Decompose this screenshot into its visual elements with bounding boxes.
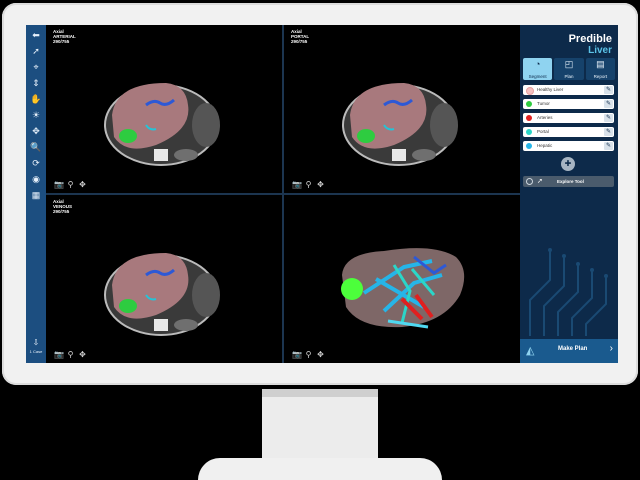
case-label: 1 Case: [29, 349, 43, 354]
tab-plan[interactable]: ◰ Plan: [554, 58, 584, 80]
circuit-decoration: [529, 248, 608, 336]
segment-row-portal[interactable]: Portal ✎: [523, 127, 614, 137]
move-icon[interactable]: ✥: [316, 351, 325, 359]
make-plan-label: Make Plan: [558, 346, 588, 352]
edit-pencil-icon[interactable]: ✎: [604, 114, 613, 122]
viewport-3d[interactable]: 📷 ⚲ ✥: [284, 195, 520, 363]
viewport-label: Axial VENOUS 290/755: [53, 199, 73, 214]
viewport-label: Axial PORTAL 290/755: [291, 29, 310, 44]
segment-label: Arteries: [537, 115, 553, 120]
back-icon[interactable]: ⬅: [29, 29, 43, 41]
edit-pencil-icon[interactable]: ✎: [604, 128, 613, 136]
monitor-stand-base: [198, 458, 442, 480]
rotate-icon[interactable]: ⟳: [29, 157, 43, 169]
zoom-icon[interactable]: ⚲: [304, 351, 313, 359]
globe-icon[interactable]: ✚: [561, 157, 575, 171]
monitor-stand-shadow: [262, 389, 378, 397]
tab-label: Plan: [564, 74, 574, 79]
viewport-portal[interactable]: Axial PORTAL 290/755 📷 ⚲ ✥: [284, 25, 520, 193]
camera-icon[interactable]: 📷: [54, 351, 64, 359]
right-panel: Predible Liver ◔ Segment ◰ Plan ▤ Report: [520, 25, 618, 363]
zoom-icon[interactable]: ⚲: [304, 181, 313, 189]
tab-label: Report: [593, 74, 608, 79]
pan-hand-icon[interactable]: ✋: [29, 93, 43, 105]
window-level-icon[interactable]: ☀: [29, 109, 43, 121]
case-stack-icon[interactable]: ⇩: [29, 337, 43, 349]
edit-pencil-icon[interactable]: ✎: [604, 86, 613, 94]
segment-icon: ◔: [534, 59, 541, 69]
move-icon[interactable]: ✥: [78, 181, 87, 189]
segment-row-tumor[interactable]: Tumor ✎: [523, 99, 614, 109]
move-icon[interactable]: ✥: [29, 125, 43, 137]
segment-label: Portal: [537, 129, 549, 134]
color-swatch[interactable]: [526, 129, 532, 135]
viewport-label: Axial ARTERIAL 290/755: [53, 29, 76, 44]
crosshair-icon[interactable]: ⌖: [29, 61, 43, 73]
app-screen: ⬅ ➚ ⌖ ⇕ ✋ ☀ ✥ 🔍 ⟳ ◉ ▦ ⇩ 1 Case Axial ART…: [26, 25, 618, 363]
brand-subtitle: Liver: [588, 45, 612, 56]
viewport-arterial[interactable]: Axial ARTERIAL 290/755 📷 ⚲ ✥: [46, 25, 282, 193]
ct-scan-image: [104, 253, 220, 336]
visibility-icon[interactable]: ◉: [29, 173, 43, 185]
viewport-venous[interactable]: Axial VENOUS 290/755 📷 ⚲ ✥: [46, 195, 282, 363]
report-icon: ▤: [596, 59, 605, 69]
camera-icon[interactable]: 📷: [292, 181, 302, 189]
explore-tool-label: Explore Tool: [557, 179, 584, 184]
brand-title: Predible: [568, 33, 612, 45]
zoom-icon[interactable]: 🔍: [29, 141, 43, 153]
ct-scan-image: [342, 83, 458, 166]
monitor-stand-neck: [262, 389, 378, 461]
segment-label: Tumor: [537, 101, 550, 106]
explore-tool-button[interactable]: ➚ Explore Tool: [523, 176, 614, 187]
panel-tabs: ◔ Segment ◰ Plan ▤ Report: [523, 58, 615, 80]
edit-pencil-icon[interactable]: ✎: [604, 142, 613, 150]
edit-pencil-icon[interactable]: ✎: [604, 100, 613, 108]
camera-icon[interactable]: 📷: [54, 181, 64, 189]
zoom-icon[interactable]: ⚲: [66, 351, 75, 359]
layout-icon[interactable]: ▦: [29, 189, 43, 201]
color-swatch[interactable]: [526, 115, 532, 121]
tab-report[interactable]: ▤ Report: [585, 58, 615, 80]
zoom-icon[interactable]: ⚲: [66, 181, 75, 189]
left-toolbar: ⬅ ➚ ⌖ ⇕ ✋ ☀ ✥ 🔍 ⟳ ◉ ▦ ⇩ 1 Case: [26, 25, 46, 363]
chevron-right-icon: ›: [609, 343, 613, 354]
move-icon[interactable]: ✥: [78, 351, 87, 359]
pointer-icon[interactable]: ➚: [29, 45, 43, 57]
cursor-icon: ➚: [537, 178, 543, 185]
segment-label: Healthy Liver: [537, 87, 564, 92]
scroll-icon[interactable]: ⇕: [29, 77, 43, 89]
viewport-divider-horizontal[interactable]: [46, 193, 520, 195]
viewport-grid: Axial ARTERIAL 290/755 📷 ⚲ ✥ Axial PORTAL 290/…: [46, 25, 520, 363]
radio-icon[interactable]: [526, 178, 533, 185]
make-plan-button[interactable]: ◭ Make Plan ›: [520, 339, 618, 363]
segment-row-healthy-liver[interactable]: Healthy Liver ✎: [523, 85, 614, 95]
ct-scan-image: [104, 83, 220, 166]
liver-icon: ◭: [526, 345, 535, 357]
plan-icon: ◰: [564, 59, 574, 69]
tab-segment[interactable]: ◔ Segment: [523, 58, 553, 80]
monitor-bezel: ⬅ ➚ ⌖ ⇕ ✋ ☀ ✥ 🔍 ⟳ ◉ ▦ ⇩ 1 Case Axial ART…: [2, 3, 638, 385]
camera-icon[interactable]: 📷: [292, 351, 302, 359]
segment-row-arteries[interactable]: Arteries ✎: [523, 113, 614, 123]
color-swatch[interactable]: [526, 87, 534, 95]
move-icon[interactable]: ✥: [316, 181, 325, 189]
color-swatch[interactable]: [526, 101, 532, 107]
color-swatch[interactable]: [526, 143, 532, 149]
segment-label: Hepatic: [537, 143, 553, 148]
liver-3d-render: [341, 248, 465, 329]
tab-label: Segment: [528, 74, 547, 79]
segment-row-hepatic[interactable]: Hepatic ✎: [523, 141, 614, 151]
